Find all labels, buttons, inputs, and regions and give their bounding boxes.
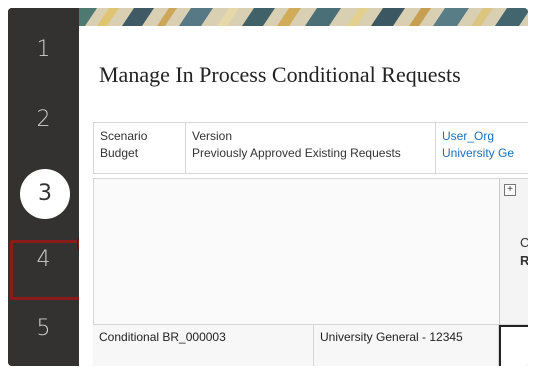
pov-scenario-header: Scenario — [100, 129, 148, 143]
pov-version-header: Version — [192, 129, 233, 143]
pov-version-value: Previously Approved Existing Requests — [192, 146, 401, 160]
selected-cell[interactable] — [499, 325, 528, 366]
column-header-text: C R — [520, 234, 528, 270]
main-content: Manage In Process Conditional Requests S… — [79, 8, 528, 366]
pov-scenario-value: Budget — [100, 146, 139, 160]
step-1[interactable]: 1 — [8, 37, 79, 62]
request-cell[interactable]: Conditional BR_000003 — [93, 325, 314, 366]
step-5[interactable]: 5 — [8, 316, 79, 341]
column-header-line-1: C — [520, 235, 528, 250]
pov-user-org-value[interactable]: University Ge — [442, 145, 528, 162]
expand-icon[interactable]: + — [504, 184, 516, 196]
pov-user-org-header[interactable]: User_Org — [442, 128, 528, 145]
step-3-active[interactable]: 3 — [20, 169, 70, 219]
pov-version[interactable]: Version Previously Approved Existing Req… — [186, 123, 436, 173]
pov-bar: Scenario Budget Version Previously Appro… — [93, 122, 528, 174]
data-grid: + C R Conditional BR_000003 University G… — [93, 178, 528, 366]
step-2[interactable]: 2 — [8, 107, 79, 132]
step-4-highlight — [10, 240, 88, 300]
column-header-line-2: R — [520, 253, 528, 268]
decorative-banner — [79, 8, 528, 26]
app-frame: 1 2 3 4 5 1 2 — [8, 8, 528, 366]
pov-user-org[interactable]: User_Org University Ge — [436, 123, 528, 173]
grid-column-header: + C R — [499, 179, 528, 324]
pov-scenario[interactable]: Scenario Budget — [94, 123, 186, 173]
page-title: Manage In Process Conditional Requests — [99, 62, 461, 87]
grid-corner — [93, 179, 500, 324]
org-cell[interactable]: University General - 12345 — [314, 325, 499, 366]
table-row[interactable]: Conditional BR_000003 University General… — [93, 324, 528, 366]
step-rail: 1 2 3 4 5 — [8, 8, 88, 366]
